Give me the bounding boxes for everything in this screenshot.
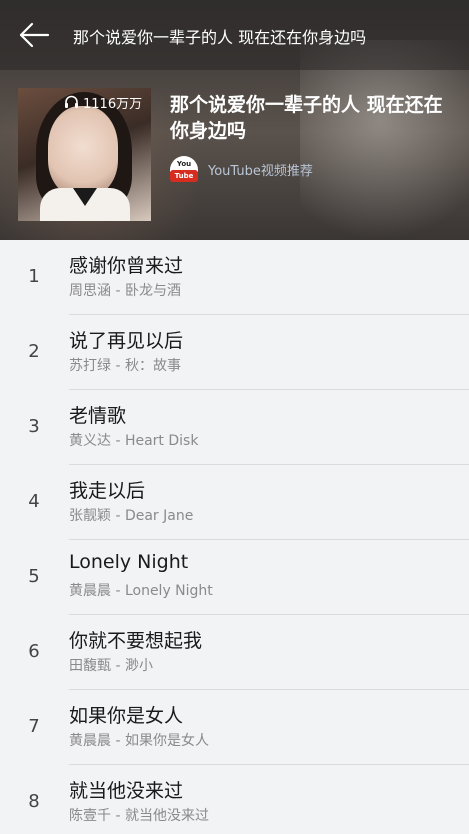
page-title: 那个说爱你一辈子的人 现在还在你身边吗 xyxy=(73,28,367,47)
song-index: 7 xyxy=(28,716,40,737)
playlist-header: 那个说爱你一辈子的人 现在还在你身边吗 1116万万 那个说爱你一辈子的人 现在… xyxy=(0,0,469,240)
play-count-value: 1116万万 xyxy=(83,96,143,112)
song-title: 说了再见以后 xyxy=(69,330,184,352)
song-row[interactable]: 1 感谢你曾来过 周思涵 - 卧龙与酒 xyxy=(0,240,469,315)
song-artist-album: 周思涵 - 卧龙与酒 xyxy=(69,283,181,299)
song-title: 我走以后 xyxy=(69,480,146,502)
song-index: 6 xyxy=(28,641,40,662)
top-bar: 那个说爱你一辈子的人 现在还在你身边吗 xyxy=(0,0,469,70)
back-arrow-icon[interactable] xyxy=(18,20,50,50)
song-artist-album: 苏打绿 - 秋：故事 xyxy=(69,358,181,374)
song-title: 老情歌 xyxy=(69,405,127,427)
play-count: 1116万万 xyxy=(64,92,142,112)
playlist-title: 那个说爱你一辈子的人 现在还在你身边吗 xyxy=(170,94,443,142)
headphones-icon xyxy=(65,95,78,108)
song-index: 3 xyxy=(28,416,40,437)
source-label: YouTube视频推荐 xyxy=(208,163,313,179)
song-row[interactable]: 3 老情歌 黄义达 - Heart Disk xyxy=(0,390,469,465)
song-title: 如果你是女人 xyxy=(69,705,184,727)
song-title: 你就不要想起我 xyxy=(69,630,203,652)
playlist-source[interactable]: You Tube YouTube视频推荐 xyxy=(170,156,313,182)
youtube-logo-icon: You Tube xyxy=(170,156,198,182)
song-title: Lonely Night xyxy=(69,551,189,573)
song-index: 4 xyxy=(28,491,40,512)
song-artist-album: 陈壹千 - 就当他没来过 xyxy=(69,808,209,824)
song-list: 1 感谢你曾来过 周思涵 - 卧龙与酒 2 说了再见以后 苏打绿 - 秋：故事 … xyxy=(0,240,469,834)
song-row[interactable]: 7 如果你是女人 黄晨晨 - 如果你是女人 xyxy=(0,690,469,765)
song-index: 8 xyxy=(28,791,40,812)
song-row[interactable]: 2 说了再见以后 苏打绿 - 秋：故事 xyxy=(0,315,469,390)
song-row[interactable]: 8 就当他没来过 陈壹千 - 就当他没来过 xyxy=(0,765,469,834)
song-row[interactable]: 4 我走以后 张靓颖 - Dear Jane xyxy=(0,465,469,540)
song-index: 5 xyxy=(28,566,40,587)
song-row[interactable]: 5 Lonely Night 黄晨晨 - Lonely Night xyxy=(0,540,469,615)
song-artist-album: 黄晨晨 - 如果你是女人 xyxy=(69,733,209,749)
song-artist-album: 张靓颖 - Dear Jane xyxy=(69,508,194,524)
song-index: 1 xyxy=(28,266,40,287)
song-artist-album: 黄义达 - Heart Disk xyxy=(69,433,199,449)
song-index: 2 xyxy=(28,341,40,362)
song-row[interactable]: 6 你就不要想起我 田馥甄 - 渺小 xyxy=(0,615,469,690)
song-title: 感谢你曾来过 xyxy=(69,255,184,277)
song-title: 就当他没来过 xyxy=(69,780,184,802)
song-artist-album: 黄晨晨 - Lonely Night xyxy=(69,583,213,599)
song-artist-album: 田馥甄 - 渺小 xyxy=(69,658,153,674)
playlist-cover[interactable]: 1116万万 xyxy=(18,88,151,221)
